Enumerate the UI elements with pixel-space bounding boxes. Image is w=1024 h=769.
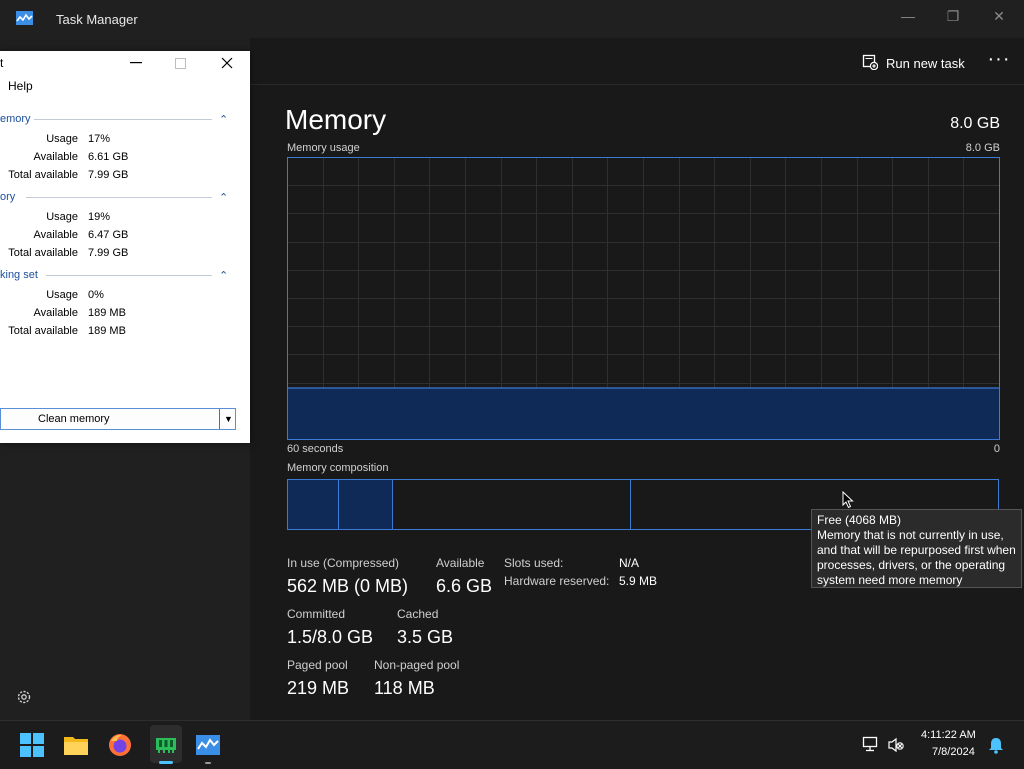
tooltip-line: Memory that is not currently in use, xyxy=(817,528,1004,542)
hardware-reserved-label: Hardware reserved: xyxy=(504,574,610,588)
available-label: Available xyxy=(33,229,78,241)
settings-gear-icon[interactable] xyxy=(15,688,33,706)
run-task-icon xyxy=(862,54,879,73)
taskbar-firefox[interactable] xyxy=(104,730,136,760)
usage-value: 17% xyxy=(88,133,111,145)
clock-time[interactable]: 4:11:22 AM xyxy=(921,729,976,741)
memory-composition-label: Memory composition xyxy=(287,462,389,474)
tooltip-title: Free (4068 MB) xyxy=(817,513,902,527)
slots-used-label: Slots used: xyxy=(504,556,564,570)
available-value: 6.61 GB xyxy=(88,151,129,163)
non-paged-pool-label: Non-paged pool xyxy=(374,658,460,672)
section-divider xyxy=(46,275,212,276)
total-available-value: 7.99 GB xyxy=(88,247,129,259)
firefox-icon xyxy=(109,734,131,756)
collapse-chevron-icon[interactable]: ⌃ xyxy=(219,269,228,282)
menu-help[interactable]: Help xyxy=(8,79,33,93)
window-title: Task Manager xyxy=(56,12,138,27)
section-divider xyxy=(26,197,212,198)
composition-tooltip: Free (4068 MB) Memory that is not curren… xyxy=(811,509,1022,588)
collapse-chevron-icon[interactable]: ⌃ xyxy=(219,191,228,204)
available-value: 189 MB xyxy=(88,307,126,319)
non-paged-pool-value: 118 MB xyxy=(374,678,435,698)
total-available-label: Total available xyxy=(8,325,78,337)
titlebar xyxy=(0,0,1024,38)
clean-memory-label: Clean memory xyxy=(38,413,110,425)
cached-label: Cached xyxy=(397,607,439,621)
memory-usage-label: Memory usage xyxy=(287,142,360,154)
usage-value: 19% xyxy=(88,211,111,223)
taskbar-running-indicator xyxy=(205,762,211,764)
section-divider xyxy=(34,119,212,120)
tooltip-line: and that will be repurposed first when xyxy=(817,543,1016,557)
memory-usage-graph xyxy=(287,157,1000,440)
usage-label: Usage xyxy=(46,211,78,223)
total-available-value: 7.99 GB xyxy=(88,169,129,181)
graph-time-span: 60 seconds xyxy=(287,443,344,455)
folder-icon xyxy=(64,737,88,755)
run-new-task-button[interactable]: Run new task xyxy=(862,52,965,74)
cleaner-close-button[interactable] xyxy=(205,51,249,75)
cleaner-minimize-button[interactable] xyxy=(114,51,158,75)
cleaner-title: t xyxy=(0,56,4,70)
clean-memory-dropdown-arrow[interactable]: ▼ xyxy=(219,409,237,429)
usage-label: Usage xyxy=(46,133,78,145)
tooltip-line: system need more memory xyxy=(817,573,963,587)
memory-usage-max: 8.0 GB xyxy=(965,142,1000,154)
minimize-button[interactable]: — xyxy=(885,0,931,32)
paged-pool-value: 219 MB xyxy=(287,678,350,698)
ram-chip-icon xyxy=(156,738,176,753)
in-use-value: 562 MB (0 MB) xyxy=(287,576,409,596)
usage-label: Usage xyxy=(46,289,78,301)
memory-total: 8.0 GB xyxy=(950,115,1000,132)
taskbar-active-indicator xyxy=(159,761,173,764)
available-label: Available xyxy=(33,307,78,319)
taskbar-task-manager[interactable] xyxy=(192,730,224,760)
more-options-button[interactable]: ··· xyxy=(986,49,1012,74)
cached-value: 3.5 GB xyxy=(397,627,454,647)
taskbar-file-explorer[interactable] xyxy=(60,730,92,760)
mouse-cursor-icon xyxy=(842,491,854,509)
windows-logo-icon xyxy=(20,733,44,757)
cleaner-section-title: ory xyxy=(0,191,16,203)
composition-in-use[interactable] xyxy=(288,480,339,529)
total-available-label: Total available xyxy=(8,247,78,259)
run-new-task-label: Run new task xyxy=(886,55,965,71)
cleaner-maximize-button[interactable] xyxy=(158,51,202,75)
close-button[interactable]: ✕ xyxy=(976,0,1022,32)
restore-button[interactable]: ❐ xyxy=(930,0,976,32)
graph-time-zero: 0 xyxy=(993,443,1000,455)
available-label: Available xyxy=(436,556,485,570)
tooltip-line: processes, drivers, or the operating xyxy=(817,558,1006,572)
committed-value: 1.5/8.0 GB xyxy=(287,627,374,647)
taskbar-memory-cleaner[interactable] xyxy=(150,730,182,760)
available-value: 6.6 GB xyxy=(436,576,493,596)
usage-value: 0% xyxy=(88,289,104,301)
network-icon[interactable] xyxy=(862,735,880,758)
hardware-reserved-value: 5.9 MB xyxy=(619,574,658,588)
task-manager-app-icon xyxy=(16,11,33,25)
collapse-chevron-icon[interactable]: ⌃ xyxy=(219,113,228,126)
available-value: 6.47 GB xyxy=(88,229,129,241)
slots-used-value: N/A xyxy=(619,556,640,570)
total-available-value: 189 MB xyxy=(88,325,126,337)
committed-label: Committed xyxy=(287,607,346,621)
cleaner-section-title: emory xyxy=(0,113,31,125)
memory-usage-area xyxy=(288,388,999,439)
composition-modified[interactable] xyxy=(338,480,393,529)
task-manager-icon xyxy=(196,735,220,755)
clock-date[interactable]: 7/8/2024 xyxy=(932,746,975,758)
page-title: Memory xyxy=(285,104,387,135)
total-available-label: Total available xyxy=(8,169,78,181)
volume-muted-icon[interactable] xyxy=(887,736,905,759)
composition-standby[interactable] xyxy=(392,480,632,529)
notification-bell-icon[interactable] xyxy=(988,736,1004,759)
start-button[interactable] xyxy=(16,730,48,760)
available-label: Available xyxy=(33,151,78,163)
in-use-label: In use (Compressed) xyxy=(287,556,400,570)
paged-pool-label: Paged pool xyxy=(287,658,348,672)
clean-memory-button[interactable] xyxy=(0,408,236,430)
cleaner-section-title: king set xyxy=(0,269,38,281)
